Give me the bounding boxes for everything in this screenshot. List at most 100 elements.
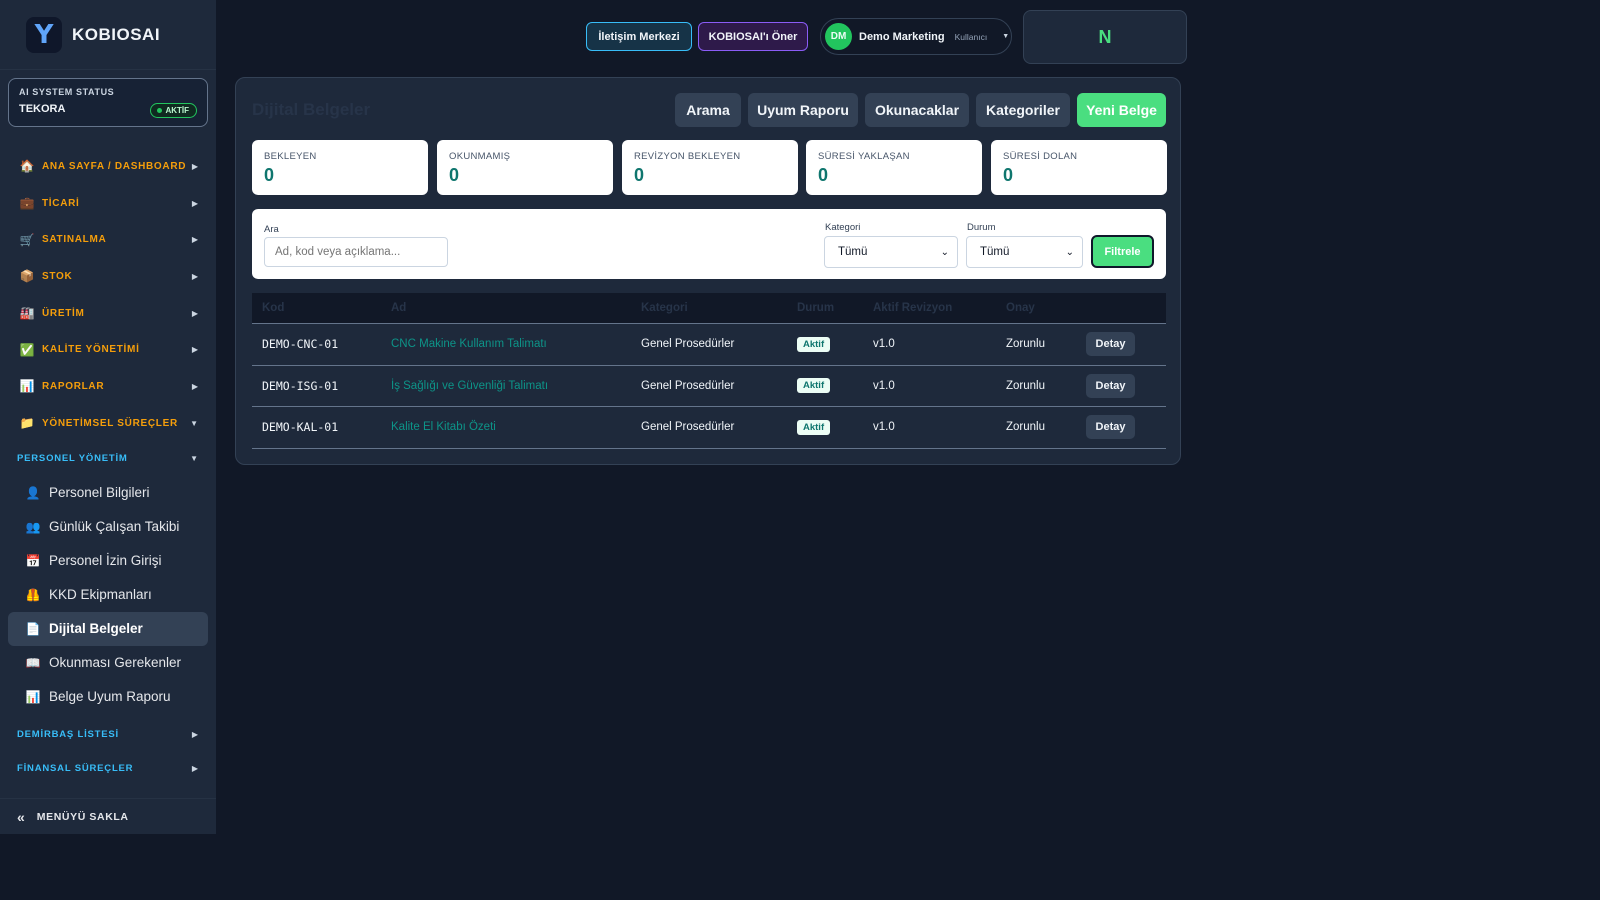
sidebar-item-kkd[interactable]: 🦺 KKD Ekipmanları bbox=[8, 578, 208, 612]
stat-value: 0 bbox=[818, 165, 829, 185]
status-badge: Aktif bbox=[797, 336, 831, 352]
cell-category: Genel Prosedürler bbox=[641, 379, 735, 392]
chevron-right-icon: ▶ bbox=[191, 730, 198, 739]
search-input[interactable] bbox=[264, 237, 448, 267]
table-row: DEMO-ISG-01 İş Sağlığı ve Güvenliği Tali… bbox=[252, 366, 1166, 407]
nav-section-label: FİNANSAL SÜREÇLER bbox=[17, 763, 134, 774]
chevron-down-icon: ⌄ bbox=[1065, 246, 1074, 258]
nav-section-label: DEMİRBAŞ LİSTESİ bbox=[17, 729, 120, 740]
main-nav: 🏠 ANA SAYFA / DASHBOARD ▶ 💼 TİCARİ ▶ 🛒 S… bbox=[0, 148, 216, 786]
box-icon: 📦 bbox=[19, 269, 35, 284]
cell-revision: v1.0 bbox=[873, 379, 895, 392]
search-label: Ara bbox=[264, 224, 279, 235]
cell-code: DEMO-ISG-01 bbox=[262, 378, 339, 393]
nav-item-label: SATINALMA bbox=[42, 234, 107, 246]
nav-section-demirbas[interactable]: DEMİRBAŞ LİSTESİ ▶ bbox=[0, 718, 216, 752]
book-icon: 📖 bbox=[25, 655, 41, 670]
sidebar-item-belge-uyum[interactable]: 📊 Belge Uyum Raporu bbox=[8, 680, 208, 714]
detail-button[interactable]: Detay bbox=[1086, 332, 1135, 357]
ai-status-badge-label: AKTİF bbox=[165, 106, 189, 115]
th-code[interactable]: Kod bbox=[262, 302, 284, 314]
nav-item-yonetimsel[interactable]: 📁 YÖNETİMSEL SÜREÇLER ▼ bbox=[0, 405, 216, 442]
category-select[interactable]: Tümü ⌄ bbox=[824, 236, 958, 268]
stat-card-dolan: SÜRESİ DOLAN 0 bbox=[991, 140, 1167, 195]
page-title: Dijital Belgeler bbox=[252, 100, 371, 119]
sidebar-item-dijital-belgeler[interactable]: 📄 Dijital Belgeler bbox=[8, 611, 208, 646]
cell-code: DEMO-KAL-01 bbox=[262, 420, 339, 435]
safety-vest-icon: 🦺 bbox=[25, 587, 41, 602]
hide-menu-button[interactable]: « MENÜYÜ SAKLA bbox=[0, 798, 216, 834]
readers-button[interactable]: Okunacaklar bbox=[865, 93, 969, 127]
users-icon: 👥 bbox=[25, 519, 41, 534]
search-button[interactable]: Arama bbox=[675, 93, 741, 127]
document-link[interactable]: Kalite El Kitabı Özeti bbox=[391, 421, 496, 433]
nav-section-label: PERSONEL YÖNETİM bbox=[17, 453, 128, 464]
categories-button[interactable]: Kategoriler bbox=[976, 93, 1070, 127]
document-link[interactable]: İş Sağlığı ve Güvenliği Talimatı bbox=[391, 380, 548, 392]
nav-item-ticari[interactable]: 💼 TİCARİ ▶ bbox=[0, 185, 216, 222]
nav-item-label: KALİTE YÖNETİMİ bbox=[42, 344, 140, 356]
chevron-down-icon: ▼ bbox=[190, 418, 198, 428]
double-chevron-left-icon: « bbox=[17, 808, 25, 825]
sidebar-item-izin-girisi[interactable]: 📅 Personel İzin Girişi bbox=[8, 544, 208, 578]
nav-item-label: STOK bbox=[42, 270, 73, 282]
cell-category: Genel Prosedürler bbox=[641, 338, 735, 351]
n-box[interactable]: N bbox=[1023, 10, 1187, 64]
nav-item-dashboard[interactable]: 🏠 ANA SAYFA / DASHBOARD ▶ bbox=[0, 148, 216, 185]
sidebar-item-gunluk-calisan[interactable]: 👥 Günlük Çalışan Takibi bbox=[8, 510, 208, 544]
nav-item-uretim[interactable]: 🏭 ÜRETİM ▶ bbox=[0, 295, 216, 332]
th-name[interactable]: Ad bbox=[391, 302, 406, 314]
user-icon: 👤 bbox=[25, 485, 41, 500]
new-document-button[interactable]: Yeni Belge bbox=[1077, 93, 1166, 127]
nav-item-raporlar[interactable]: 📊 RAPORLAR ▶ bbox=[0, 368, 216, 405]
sidebar-item-okunmasi-gerekenler[interactable]: 📖 Okunması Gerekenler bbox=[8, 646, 208, 680]
nav-item-stok[interactable]: 📦 STOK ▶ bbox=[0, 258, 216, 295]
nav-item-label: RAPORLAR bbox=[42, 380, 105, 392]
detail-button[interactable]: Detay bbox=[1086, 415, 1135, 440]
category-select-value: Tümü bbox=[838, 246, 868, 258]
stat-value: 0 bbox=[449, 165, 460, 185]
cart-icon: 🛒 bbox=[19, 232, 35, 247]
user-name: Demo Marketing bbox=[859, 30, 945, 43]
status-select-value: Tümü bbox=[980, 246, 1010, 258]
documents-table: Kod Ad Kategori Durum Aktif Revizyon Ona… bbox=[252, 293, 1166, 449]
nav-section-personel[interactable]: PERSONEL YÖNETİM ▼ bbox=[0, 442, 216, 476]
contact-center-button[interactable]: İletişim Merkezi bbox=[586, 22, 692, 51]
cell-approval: Zorunlu bbox=[1006, 338, 1045, 351]
suggest-button[interactable]: KOBIOSAI'ı Öner bbox=[698, 22, 808, 51]
chevron-right-icon: ▶ bbox=[191, 271, 198, 281]
nav-item-satinalma[interactable]: 🛒 SATINALMA ▶ bbox=[0, 221, 216, 258]
nav-section-finansal[interactable]: FİNANSAL SÜREÇLER ▶ bbox=[0, 752, 216, 786]
th-revision[interactable]: Aktif Revizyon bbox=[873, 302, 952, 314]
nav-item-label: YÖNETİMSEL SÜREÇLER bbox=[42, 417, 178, 429]
compliance-report-button[interactable]: Uyum Raporu bbox=[748, 93, 858, 127]
cell-code: DEMO-CNC-01 bbox=[262, 337, 339, 352]
sidebar-item-label: Personel Bilgileri bbox=[49, 485, 150, 500]
th-category[interactable]: Kategori bbox=[641, 302, 688, 314]
cell-revision: v1.0 bbox=[873, 338, 895, 351]
cell-revision: v1.0 bbox=[873, 421, 895, 434]
status-badge: Aktif bbox=[797, 378, 831, 394]
chevron-right-icon: ▶ bbox=[191, 235, 198, 245]
th-status[interactable]: Durum bbox=[797, 302, 834, 314]
briefcase-icon: 💼 bbox=[19, 196, 35, 211]
filter-button[interactable]: Filtrele bbox=[1091, 235, 1154, 268]
brand[interactable]: Y KOBIOSAI bbox=[0, 0, 216, 70]
detail-button[interactable]: Detay bbox=[1086, 373, 1135, 398]
brand-name: KOBIOSAI bbox=[72, 24, 161, 44]
status-select[interactable]: Tümü ⌄ bbox=[966, 236, 1083, 268]
sidebar-item-label: Okunması Gerekenler bbox=[49, 655, 182, 670]
stat-card-bekleyen: BEKLEYEN 0 bbox=[252, 140, 428, 195]
th-approval[interactable]: Onay bbox=[1006, 302, 1035, 314]
table-row: DEMO-KAL-01 Kalite El Kitabı Özeti Genel… bbox=[252, 407, 1166, 449]
category-label: Kategori bbox=[825, 222, 861, 233]
avatar: DM bbox=[825, 23, 852, 50]
user-role: Kullanıcı bbox=[954, 31, 988, 42]
user-menu[interactable]: DM Demo Marketing Kullanıcı ▼ bbox=[820, 18, 1012, 55]
nav-item-label: ÜRETİM bbox=[42, 307, 85, 319]
nav-item-kalite[interactable]: ✅ KALİTE YÖNETİMİ ▶ bbox=[0, 331, 216, 368]
stat-value: 0 bbox=[1003, 165, 1014, 185]
document-link[interactable]: CNC Makine Kullanım Talimatı bbox=[391, 338, 547, 350]
sidebar-item-personel-bilgileri[interactable]: 👤 Personel Bilgileri bbox=[8, 476, 208, 510]
check-mark-icon: ✅ bbox=[19, 342, 35, 357]
